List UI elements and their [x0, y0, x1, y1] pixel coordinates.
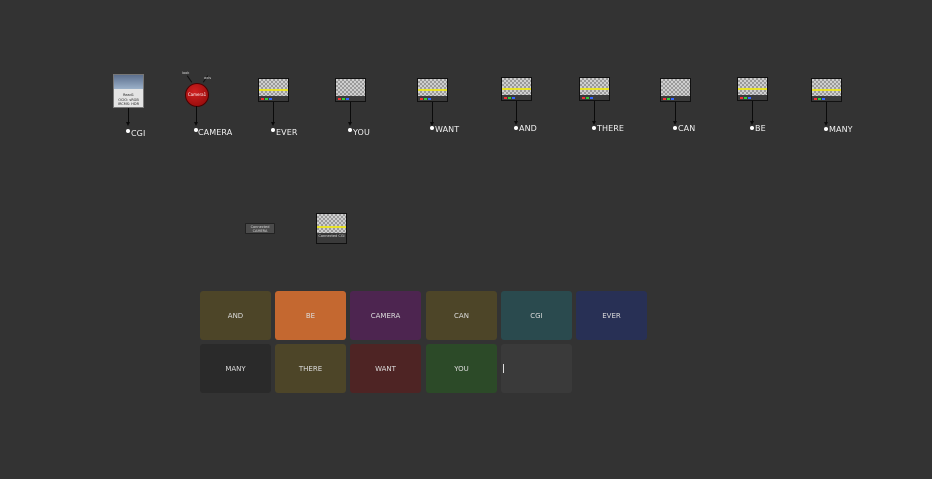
node-label-there: THERE: [597, 124, 625, 133]
pipe: [752, 101, 753, 122]
tile-be[interactable]: BE: [275, 291, 346, 340]
tile-you[interactable]: YOU: [426, 344, 497, 393]
camera-input-look-label: look: [182, 71, 190, 75]
arrow-icon: [824, 122, 828, 126]
connected-cgi-label: Connected CGI: [318, 234, 345, 238]
label-dot: [430, 126, 434, 130]
checker-node-many[interactable]: [811, 78, 842, 102]
checker-node-there[interactable]: [579, 77, 610, 101]
camera-input-axis-label: axis: [204, 76, 212, 80]
arrow-icon: [348, 122, 352, 126]
arrow-icon: [673, 121, 677, 125]
text-cursor: [503, 364, 504, 373]
node-label-camera: CAMERA: [198, 128, 233, 137]
tile-many[interactable]: MANY: [200, 344, 271, 393]
read-node-title: Read1: [122, 93, 135, 97]
checker-node-and[interactable]: [501, 77, 532, 101]
tile-want[interactable]: WANT: [350, 344, 421, 393]
pipe: [826, 102, 827, 123]
pipe: [594, 101, 595, 122]
checker-node-can[interactable]: [660, 78, 691, 102]
tile-empty-input[interactable]: [501, 344, 572, 393]
label-dot: [348, 128, 352, 132]
connected-camera-node[interactable]: Connected CAMERA: [245, 223, 275, 234]
node-label-be: BE: [755, 124, 766, 133]
tile-ever[interactable]: EVER: [576, 291, 647, 340]
label-dot: [750, 126, 754, 130]
node-label-you: YOU: [353, 128, 370, 137]
read-thumbnail: [114, 75, 143, 89]
pipe: [350, 102, 351, 123]
node-label-and: AND: [519, 124, 537, 133]
label-dot: [271, 128, 275, 132]
connected-cgi-thumbnail[interactable]: Connected CGI: [316, 213, 347, 244]
tile-camera[interactable]: CAMERA: [350, 291, 421, 340]
pipe: [675, 102, 676, 122]
checker-node-ever[interactable]: [258, 78, 289, 102]
tile-there[interactable]: THERE: [275, 344, 346, 393]
label-dot: [824, 127, 828, 131]
node-label-cgi: CGI: [131, 129, 146, 138]
camera-node[interactable]: Camera1: [185, 83, 209, 107]
pipe: [273, 102, 274, 123]
node-label-ever: EVER: [276, 128, 298, 137]
checker-node-want[interactable]: [417, 78, 448, 102]
tile-can[interactable]: CAN: [426, 291, 497, 340]
label-dot: [592, 126, 596, 130]
arrow-icon: [194, 122, 198, 126]
checker-node-you[interactable]: [335, 78, 366, 102]
pipe: [516, 101, 517, 122]
read-node-caption: OCIO: sRGB IRCMS: HDR: [117, 98, 140, 106]
node-label-many: MANY: [829, 125, 853, 134]
camera-input-look: [186, 75, 193, 83]
arrow-icon: [592, 121, 596, 125]
read-node[interactable]: Read1 OCIO: sRGB IRCMS: HDR: [113, 74, 144, 108]
camera-node-title: Camera1: [187, 92, 207, 97]
node-label-can: CAN: [678, 124, 696, 133]
tile-and[interactable]: AND: [200, 291, 271, 340]
checker-node-be[interactable]: [737, 77, 768, 101]
arrow-icon: [514, 121, 518, 125]
arrow-icon: [126, 122, 130, 126]
arrow-icon: [271, 122, 275, 126]
label-dot: [514, 126, 518, 130]
label-dot: [673, 126, 677, 130]
arrow-icon: [750, 121, 754, 125]
node-label-want: WANT: [435, 125, 460, 134]
pipe: [432, 102, 433, 123]
camera-output-pipe: [196, 106, 197, 123]
read-output-pipe: [128, 108, 129, 123]
label-dot: [126, 129, 130, 133]
tile-cgi[interactable]: CGI: [501, 291, 572, 340]
